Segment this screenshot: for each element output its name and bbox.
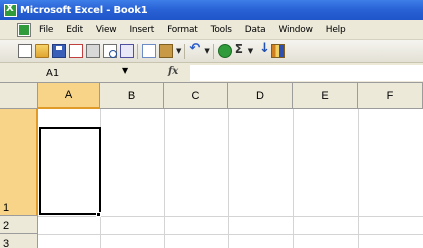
name-box[interactable]: A1 ▼ (36, 65, 136, 81)
insert-function-icon[interactable]: fx (168, 66, 178, 77)
title-bar: Microsoft Excel - Book1 (0, 0, 423, 20)
hyperlink-icon[interactable] (217, 44, 232, 58)
row-header-2[interactable]: 2 (0, 216, 38, 234)
name-box-value: A1 (46, 67, 60, 79)
menu-bar: File Edit View Insert Format Tools Data … (0, 20, 423, 40)
menu-tools[interactable]: Tools (211, 25, 232, 35)
chart-wizard-icon[interactable] (271, 44, 286, 58)
print-icon[interactable] (86, 44, 100, 58)
menu-format[interactable]: Format (167, 25, 198, 35)
menu-help[interactable]: Help (326, 25, 346, 35)
column-header-a[interactable]: A (38, 83, 100, 109)
menu-insert[interactable]: Insert (129, 25, 154, 35)
gridline (228, 109, 229, 248)
fill-handle[interactable] (96, 212, 101, 217)
menu-edit[interactable]: Edit (66, 25, 83, 35)
name-box-dropdown-icon[interactable]: ▼ (122, 66, 128, 75)
print-preview-icon[interactable] (103, 44, 117, 58)
gridline (38, 234, 423, 235)
gridline (358, 109, 359, 248)
column-header-f[interactable]: F (358, 83, 423, 109)
autosum-dropdown-icon[interactable]: ▼ (248, 47, 253, 55)
autosum-icon[interactable] (235, 42, 245, 58)
select-all-corner[interactable] (0, 83, 38, 109)
excel-app-icon[interactable] (4, 3, 17, 17)
copy-icon[interactable] (142, 44, 156, 58)
worksheet-grid: A B C D E F 1 2 3 (0, 83, 423, 248)
row-header-1[interactable]: 1 (0, 109, 38, 216)
new-icon[interactable] (18, 44, 32, 58)
menu-file[interactable]: File (39, 25, 53, 35)
paste-icon[interactable] (159, 44, 173, 58)
column-header-d[interactable]: D (228, 83, 293, 109)
cell-a1[interactable] (39, 127, 101, 215)
toolbar-separator (137, 43, 138, 59)
menu-view[interactable]: View (96, 25, 117, 35)
toolbar-separator (212, 43, 214, 59)
sort-ascending-icon[interactable] (256, 41, 270, 58)
window-title: Microsoft Excel - Book1 (20, 4, 148, 16)
menu-data[interactable]: Data (245, 25, 266, 35)
paste-dropdown-icon[interactable]: ▼ (176, 47, 181, 55)
column-header-row: A B C D E F (0, 83, 423, 109)
gridline (293, 109, 294, 248)
menu-window[interactable]: Window (278, 25, 312, 35)
research-icon[interactable] (120, 44, 134, 58)
column-header-e[interactable]: E (293, 83, 358, 109)
formula-input[interactable] (190, 65, 423, 81)
save-icon[interactable] (52, 44, 66, 58)
formula-bar: A1 ▼ fx (0, 63, 423, 83)
workbook-control-icon[interactable] (17, 22, 31, 37)
toolbar-separator (184, 43, 186, 59)
open-icon[interactable] (35, 44, 49, 58)
undo-icon[interactable] (189, 41, 201, 58)
column-header-b[interactable]: B (100, 83, 164, 109)
row-header-3[interactable]: 3 (0, 234, 38, 248)
gridline (164, 109, 165, 248)
permission-icon[interactable] (69, 44, 83, 58)
column-header-c[interactable]: C (164, 83, 228, 109)
undo-dropdown-icon[interactable]: ▼ (204, 47, 209, 55)
standard-toolbar: ▼ ▼ ▼ (0, 40, 423, 63)
